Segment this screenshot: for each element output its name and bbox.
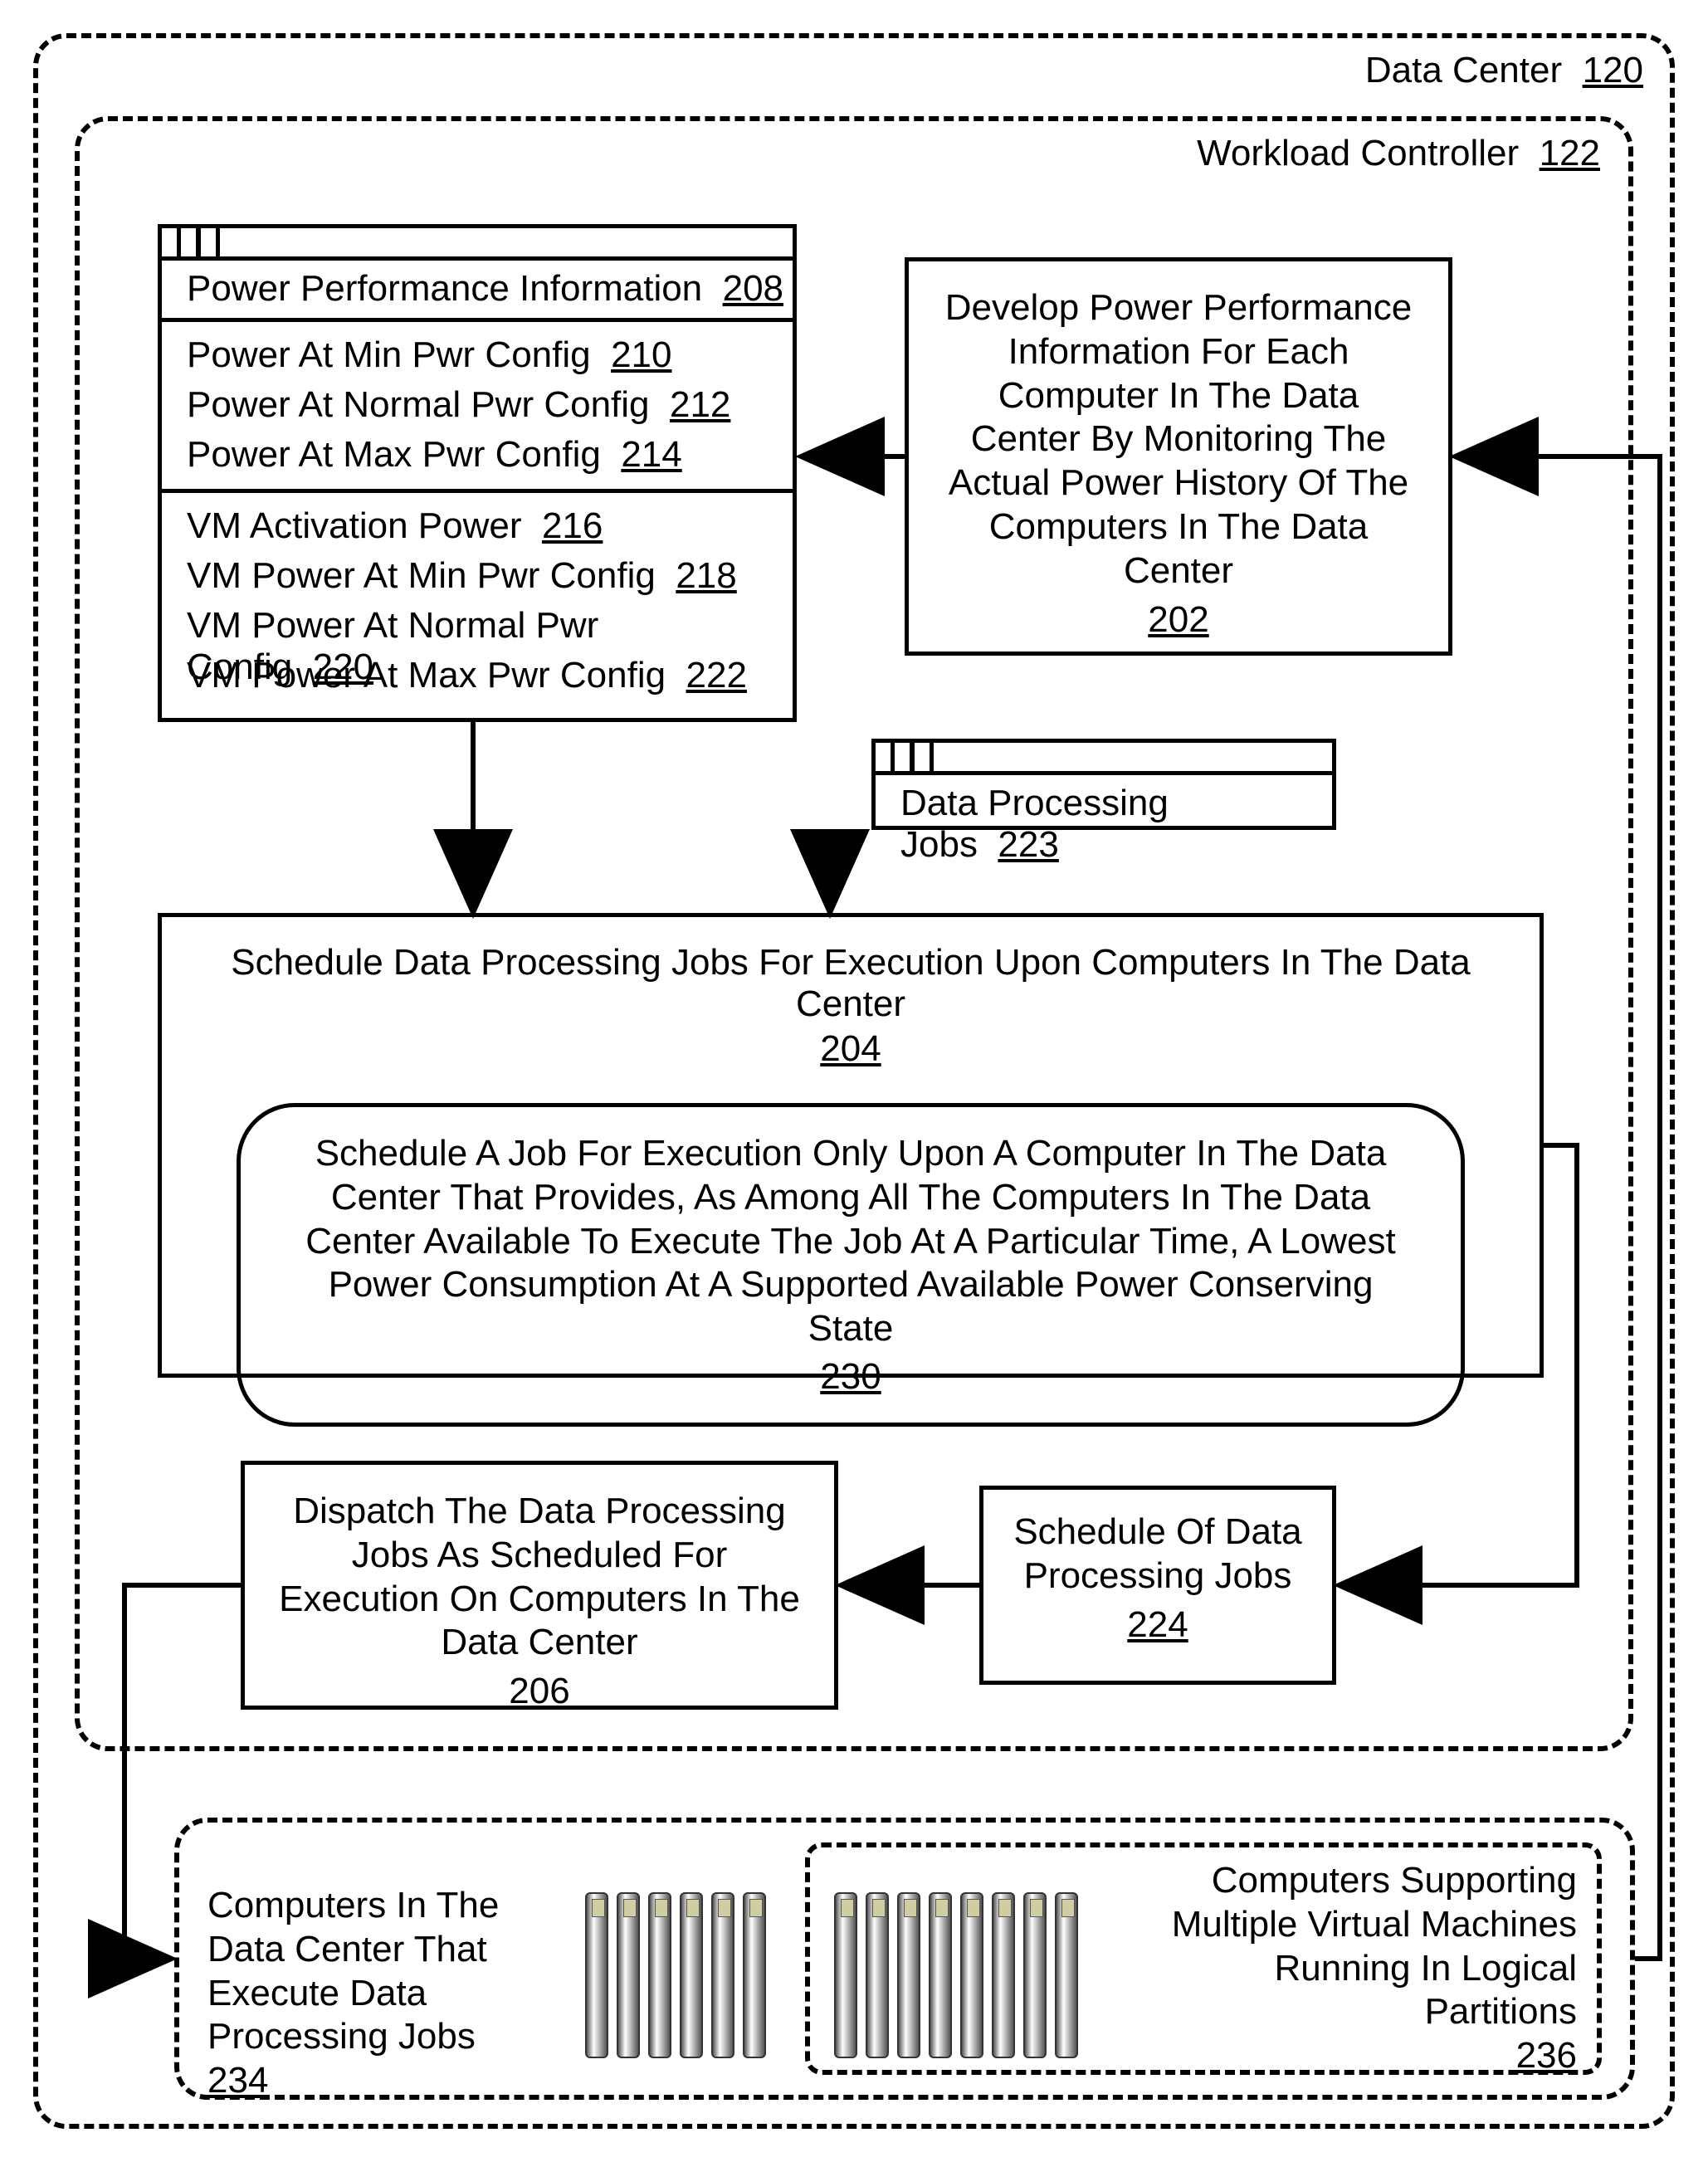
- ppi-row-6-ref: 222: [686, 655, 747, 695]
- schedule-box: Schedule Data Processing Jobs For Execut…: [158, 913, 1544, 1378]
- schedule-ref: 204: [203, 1028, 1498, 1070]
- ppi-title-text: Power Performance Information: [187, 268, 702, 309]
- ppi-box: Power Performance Information 208 Power …: [158, 224, 797, 722]
- schedof-text: Schedule Of Data Processing Jobs: [1008, 1510, 1307, 1598]
- server-rack-right-icon: [830, 1892, 1082, 2067]
- ppi-row-3-text: VM Activation Power: [187, 505, 522, 546]
- computers-left-ref: 234: [207, 2060, 268, 2101]
- ppi-ref: 208: [723, 268, 783, 309]
- schedule-title: Schedule Data Processing Jobs For Execut…: [203, 942, 1498, 1025]
- computers-left-text: Computers In The Data Center That Execut…: [207, 1884, 581, 2103]
- data-center-ref: 120: [1583, 50, 1643, 90]
- workload-controller-title: Workload Controller 122: [75, 133, 1600, 174]
- dispatch-text: Dispatch The Data Processing Jobs As Sch…: [278, 1490, 801, 1665]
- schedule-inner-text: Schedule A Job For Execution Only Upon A…: [299, 1132, 1403, 1351]
- develop-text: Develop Power Performance Information Fo…: [942, 286, 1415, 593]
- dispatch-ref: 206: [278, 1670, 801, 1714]
- ppi-row-4: VM Power At Min Pwr Config 218: [187, 555, 737, 597]
- ppi-row-1: Power At Normal Pwr Config 212: [187, 384, 730, 426]
- data-center-label: Data Center: [1365, 50, 1562, 90]
- ppi-row-3: VM Activation Power 216: [187, 505, 603, 547]
- schedule-inner-box: Schedule A Job For Execution Only Upon A…: [237, 1103, 1465, 1427]
- ppi-row-1-text: Power At Normal Pwr Config: [187, 384, 650, 425]
- server-rack-left-icon: [581, 1892, 770, 2067]
- ppi-row-4-ref: 218: [676, 555, 736, 596]
- workload-controller-label: Workload Controller: [1197, 133, 1519, 173]
- schedof-ref: 224: [1008, 1603, 1307, 1647]
- ppi-row-4-text: VM Power At Min Pwr Config: [187, 555, 656, 596]
- ppi-row-3-ref: 216: [542, 505, 603, 546]
- workload-controller-ref: 122: [1540, 133, 1600, 173]
- develop-ref: 202: [942, 598, 1415, 642]
- ppi-row-0-ref: 210: [611, 334, 671, 375]
- ppi-row-2: Power At Max Pwr Config 214: [187, 434, 682, 476]
- ppi-row-0-text: Power At Min Pwr Config: [187, 334, 591, 375]
- jobs-title-row: Data Processing Jobs 223: [900, 783, 1332, 866]
- computers-right-text: Computers Supporting Multiple Virtual Ma…: [1162, 1859, 1577, 2078]
- computers-left-label: Computers In The Data Center That Execut…: [207, 1885, 499, 2057]
- ppi-row-1-ref: 212: [670, 384, 730, 425]
- schedule-inner-ref: 230: [299, 1356, 1403, 1398]
- ppi-row-6-text: VM Power At Max Pwr Config: [187, 655, 666, 695]
- computers-right-ref: 236: [1516, 2035, 1577, 2076]
- ppi-row-2-text: Power At Max Pwr Config: [187, 434, 601, 475]
- ppi-title: Power Performance Information 208: [187, 268, 783, 310]
- jobs-box: Data Processing Jobs 223: [871, 739, 1336, 830]
- data-center-title: Data Center 120: [33, 50, 1643, 91]
- computers-right-label: Computers Supporting Multiple Virtual Ma…: [1172, 1860, 1577, 2032]
- schedof-box: Schedule Of Data Processing Jobs 224: [979, 1486, 1336, 1685]
- ppi-row-6: VM Power At Max Pwr Config 222: [187, 655, 747, 696]
- develop-box: Develop Power Performance Information Fo…: [905, 257, 1452, 656]
- ppi-row-0: Power At Min Pwr Config 210: [187, 334, 672, 376]
- dispatch-box: Dispatch The Data Processing Jobs As Sch…: [241, 1461, 838, 1710]
- jobs-ref: 223: [998, 824, 1058, 865]
- ppi-row-2-ref: 214: [621, 434, 681, 475]
